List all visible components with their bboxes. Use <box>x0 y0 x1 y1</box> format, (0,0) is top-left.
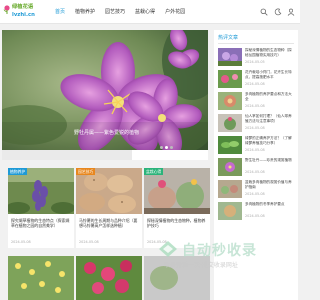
sidebar-thumb <box>218 202 242 220</box>
sidebar-item-date: 2024-05-08 <box>245 214 265 218</box>
article-card[interactable]: 园艺技巧 马铃薯的生长周期与品种介绍（要想马铃薯高产怎样选种植） 2024-05… <box>76 168 142 248</box>
sidebar-item-date: 2024-05-08 <box>245 192 265 196</box>
watermark-logo-icon <box>159 241 177 257</box>
divider <box>218 43 294 44</box>
sidebar-item-title: 绿萝的正确养护方法？（了解绿萝养殖技巧分享） <box>245 136 292 145</box>
sidebar-item[interactable]: 探秘深情植物的生态物种（探秘丛园植物实用技巧） 2024-05-05 <box>218 48 296 68</box>
sidebar-thumb <box>218 92 242 110</box>
slider-dot[interactable] <box>165 146 168 149</box>
nav-item-home[interactable]: 首页 <box>50 0 70 24</box>
sidebar-thumb <box>218 114 242 132</box>
article-card[interactable]: 植物养护 探究缬草植物的生态特点（探索缬草在植物之园的自然美学） 2024-05… <box>8 168 74 248</box>
nav-item-outdoor[interactable]: 户外花园 <box>160 0 190 24</box>
sidebar-item[interactable]: 多肉植物的冬季养护要点 2024-05-08 <box>218 202 296 222</box>
sidebar-item-date: 2024-05-05 <box>245 60 265 64</box>
card-date: 2024-05-08 <box>79 240 99 244</box>
slider-dot[interactable] <box>160 146 163 149</box>
card-title[interactable]: 马铃薯的生长周期与品种介绍（要想马铃薯高产怎样选种植） <box>79 218 140 229</box>
hero-strip <box>2 150 208 160</box>
article-card[interactable]: 盆栽心得 探秘深情植物的生态物种，植物养护技巧 2024-05-08 <box>144 168 210 248</box>
sidebar-item-title: 多肉植物的冬季养护要点 <box>245 202 285 206</box>
sidebar-item-date: 2024-05-08 <box>245 148 265 152</box>
sidebar-item[interactable]: 绿萝的正确养护方法？（了解绿萝养殖技巧分享） 2024-05-08 <box>218 136 296 156</box>
sidebar-item[interactable]: 仙人掌如何打理？（仙人球养殖方法与注意事项） 2024-05-08 <box>218 114 296 134</box>
user-icon[interactable] <box>287 8 295 16</box>
watermark-title: 自动秒收录 <box>182 243 257 259</box>
card-date: 2024-05-08 <box>11 240 31 244</box>
sidebar-thumb <box>218 70 242 88</box>
hero-slider[interactable]: 野牡丹属——紫色爱锐的植物 <box>2 30 208 150</box>
search-icon[interactable] <box>260 8 268 16</box>
card-tag[interactable]: 植物养护 <box>8 168 28 175</box>
hero-strip-fill <box>2 150 132 160</box>
sidebar-item-title: 花卉栽培小窍门，花卉生长特点，提高施肥水平 <box>245 70 292 79</box>
sidebar-item-date: 2024-05-08 <box>245 170 265 174</box>
watermark-subtitle: 收录更新一次·提交收录网址 <box>164 262 238 269</box>
sidebar-item-title: 盆栽多肉植物的观赏价值与养护指南 <box>245 180 292 189</box>
slider-dots <box>160 146 173 149</box>
site-logo[interactable]: 绿植花语 lvzhi.cn <box>3 2 39 21</box>
card-tag[interactable]: 园艺技巧 <box>76 168 96 175</box>
sidebar-item-date: 2024-05-08 <box>245 126 265 130</box>
sidebar-item-title: 探秘深情植物的生态物种（探秘丛园植物实用技巧） <box>245 48 292 57</box>
nav-item-plant-care[interactable]: 植物养护 <box>70 0 100 24</box>
sidebar-thumb <box>218 158 242 176</box>
sidebar-thumb <box>218 180 242 198</box>
sidebar-item[interactable]: 盆栽多肉植物的观赏价值与养护指南 2024-05-08 <box>218 180 296 200</box>
logo-text: 绿植花语 <box>12 4 34 10</box>
card-tag[interactable]: 盆栽心得 <box>144 168 164 175</box>
nav-item-gardening[interactable]: 园艺技巧 <box>100 0 130 24</box>
watermark: 自动秒收录 收录更新一次·提交收录网址 <box>156 238 300 274</box>
sidebar-item-title: 多肉植物的养护要点和方法大全 <box>245 92 292 101</box>
sidebar-item-date: 2024-05-08 <box>245 82 265 86</box>
nav-item-bonsai[interactable]: 盆栽心得 <box>130 0 160 24</box>
card-title[interactable]: 探秘深情植物的生态物种，植物养护技巧 <box>147 218 208 229</box>
sidebar-item[interactable]: 花卉栽培小窍门，花卉生长特点，提高施肥水平 2024-05-08 <box>218 70 296 90</box>
logo-subtext: lvzhi.cn <box>12 12 35 18</box>
article-card-image[interactable] <box>76 256 142 300</box>
sidebar-thumb <box>218 136 242 154</box>
sidebar-item-title: 野生牡丹——珍贵的观赏植物 <box>245 158 292 162</box>
sidebar-title: 热评文章 <box>218 35 239 41</box>
sidebar-thumb <box>218 48 242 66</box>
sidebar-item[interactable]: 多肉植物的养护要点和方法大全 2024-05-08 <box>218 92 296 112</box>
hero-caption[interactable]: 野牡丹属——紫色爱锐的植物 <box>74 129 139 136</box>
card-title[interactable]: 探究缬草植物的生态特点（探索缬草在植物之园的自然美学） <box>11 218 72 229</box>
logo-icon <box>3 5 10 14</box>
sidebar-item[interactable]: 野生牡丹——珍贵的观赏植物 2024-05-08 <box>218 158 296 178</box>
main-nav: 首页 植物养护 园艺技巧 盆栽心得 户外花园 <box>50 0 190 24</box>
sidebar-item-date: 2024-05-08 <box>245 104 265 108</box>
slider-dot[interactable] <box>170 146 173 149</box>
site-header: 绿植花语 lvzhi.cn 首页 植物养护 园艺技巧 盆栽心得 户外花园 <box>0 0 300 24</box>
article-card-image[interactable] <box>8 256 74 300</box>
moon-icon[interactable] <box>274 8 282 16</box>
sidebar-item-title: 仙人掌如何打理？（仙人球养殖方法与注意事项） <box>245 114 292 123</box>
